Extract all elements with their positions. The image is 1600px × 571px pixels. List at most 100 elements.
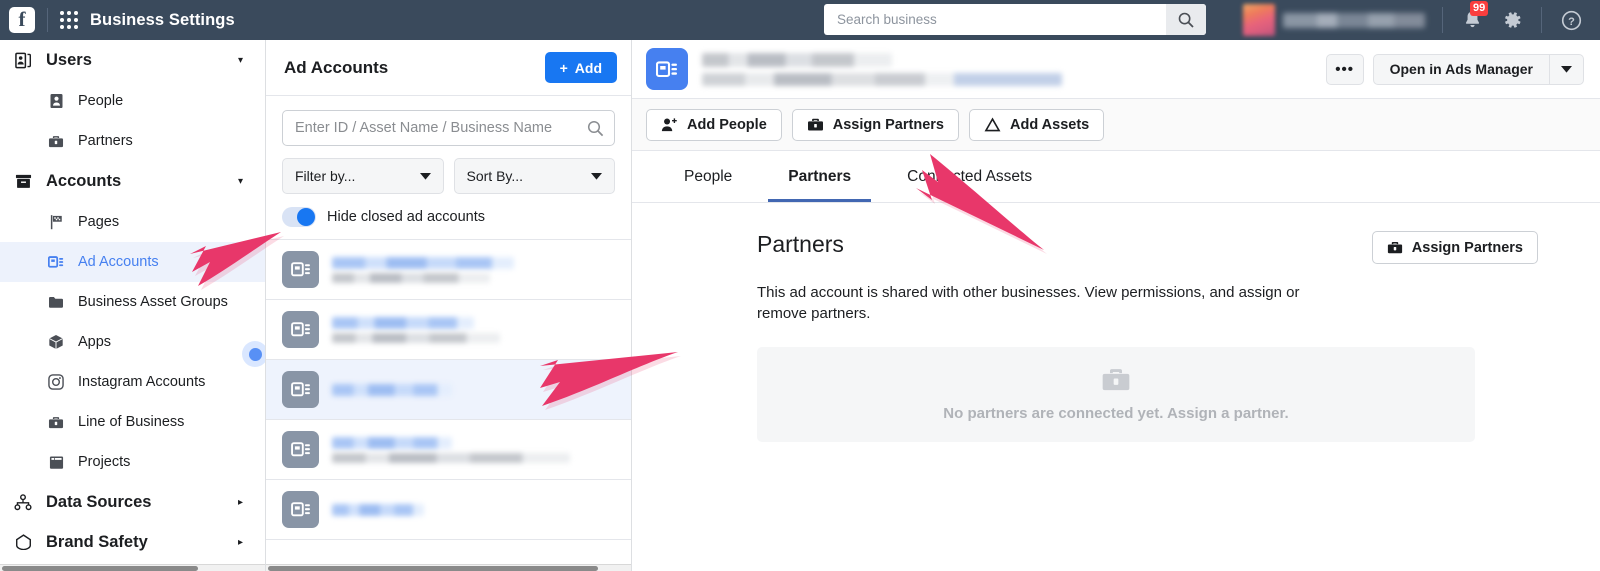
divider bbox=[1442, 7, 1443, 33]
tab-partners[interactable]: Partners bbox=[760, 151, 879, 202]
detail-header: ••• Open in Ads Manager bbox=[632, 40, 1600, 99]
settings-button[interactable] bbox=[1497, 5, 1527, 35]
sidebar-group-accounts[interactable]: Accounts ▾ bbox=[0, 161, 265, 202]
sidebar-item-instagram-accounts[interactable]: Instagram Accounts bbox=[0, 362, 265, 402]
sidebar-item-label: Partners bbox=[78, 133, 133, 149]
middle-scrollbar[interactable] bbox=[266, 564, 631, 571]
sort-by-label: Sort By... bbox=[466, 168, 524, 184]
add-assets-button[interactable]: Add Assets bbox=[968, 108, 1105, 141]
column-title: Ad Accounts bbox=[284, 57, 389, 77]
sidebar-item-projects[interactable]: Projects bbox=[0, 442, 265, 482]
tab-people[interactable]: People bbox=[656, 151, 760, 202]
open-in-ads-manager-button[interactable]: Open in Ads Manager bbox=[1372, 53, 1550, 85]
tab-connected-assets[interactable]: Connected Assets bbox=[879, 151, 1060, 202]
search-input[interactable] bbox=[824, 12, 1166, 27]
sidebar-group-brand-safety[interactable]: Brand Safety ▸ bbox=[0, 523, 265, 561]
app-grid-icon[interactable] bbox=[60, 11, 78, 29]
add-button[interactable]: + Add bbox=[544, 52, 617, 83]
sidebar-group-data-sources[interactable]: Data Sources ▸ bbox=[0, 482, 265, 523]
briefcase-icon bbox=[46, 134, 66, 149]
chevron-right-icon[interactable]: ▸ bbox=[238, 497, 243, 508]
ad-account-name-redacted bbox=[332, 256, 514, 269]
chevron-down-icon bbox=[419, 173, 431, 180]
ad-account-id-redacted bbox=[332, 332, 500, 343]
tab-label: Partners bbox=[788, 167, 852, 185]
asset-search-input[interactable] bbox=[295, 120, 587, 136]
search-button[interactable] bbox=[1166, 4, 1206, 35]
notification-badge: 99 bbox=[1470, 1, 1489, 16]
svg-text:?: ? bbox=[1568, 15, 1575, 27]
gear-icon bbox=[1505, 12, 1521, 28]
add-assets-icon bbox=[984, 116, 1001, 131]
sidebar-item-line-of-business[interactable]: Line of Business bbox=[0, 402, 265, 442]
ad-account-row[interactable] bbox=[266, 300, 631, 360]
ad-accounts-header: Ad Accounts + Add bbox=[266, 40, 631, 96]
add-button-label: Add bbox=[574, 59, 602, 76]
search-icon[interactable] bbox=[587, 120, 604, 137]
sidebar-group-users[interactable]: Users ▾ bbox=[0, 40, 265, 81]
sidebar-group-label: Accounts bbox=[46, 172, 122, 190]
chevron-down-icon bbox=[591, 173, 602, 180]
users-icon bbox=[12, 52, 34, 69]
flag-icon bbox=[46, 214, 66, 230]
open-in-ads-manager-caret[interactable] bbox=[1550, 53, 1584, 85]
sidebar-item-business-asset-groups[interactable]: Business Asset Groups bbox=[0, 282, 265, 322]
archive-icon bbox=[12, 173, 34, 190]
filter-sort-row: Filter by... Sort By... bbox=[282, 158, 615, 194]
help-button[interactable]: ? bbox=[1556, 5, 1586, 35]
ad-account-row[interactable] bbox=[266, 240, 631, 300]
add-people-button[interactable]: Add People bbox=[646, 108, 782, 141]
left-sidebar: Users ▾ People Partners Accounts ▾ Pages… bbox=[0, 40, 266, 571]
ad-accounts-column: Ad Accounts + Add Filter by... bbox=[266, 40, 632, 571]
briefcase-icon bbox=[807, 118, 823, 131]
sidebar-group-label: Brand Safety bbox=[46, 532, 148, 551]
filter-by-label: Filter by... bbox=[295, 168, 356, 184]
sidebar-item-label: Pages bbox=[78, 214, 120, 230]
sidebar-item-partners[interactable]: Partners bbox=[0, 121, 265, 161]
ad-account-row[interactable] bbox=[266, 480, 631, 540]
sidebar-item-pages[interactable]: Pages bbox=[0, 202, 265, 242]
chevron-right-icon[interactable]: ▸ bbox=[238, 537, 243, 548]
sidebar-item-ad-accounts[interactable]: Ad Accounts bbox=[0, 242, 265, 282]
assign-partners-button[interactable]: Assign Partners bbox=[791, 108, 959, 141]
chevron-down-icon[interactable]: ▾ bbox=[238, 176, 243, 187]
ad-account-name-redacted bbox=[332, 436, 452, 449]
ad-account-icon bbox=[282, 311, 319, 348]
click-indicator-dot bbox=[242, 341, 265, 367]
notifications-button[interactable]: 99 bbox=[1457, 1, 1489, 35]
chevron-down-icon[interactable]: ▾ bbox=[238, 55, 243, 66]
ad-account-row[interactable] bbox=[266, 420, 631, 480]
shield-icon bbox=[12, 534, 34, 550]
sidebar-item-apps[interactable]: Apps bbox=[0, 322, 265, 362]
partners-description: This ad account is shared with other bus… bbox=[757, 284, 1300, 323]
cube-icon bbox=[46, 334, 66, 350]
top-navigation-bar: f Business Settings 99 bbox=[0, 0, 1600, 40]
facebook-logo[interactable]: f bbox=[9, 7, 35, 33]
sidebar-item-label: Business Asset Groups bbox=[78, 294, 228, 310]
partners-panel: Partners Assign Partners This ad account… bbox=[632, 203, 1600, 442]
detail-titles bbox=[702, 52, 1312, 86]
account-switcher[interactable] bbox=[1243, 4, 1425, 36]
ad-account-row[interactable] bbox=[266, 360, 631, 420]
sidebar-scrollbar[interactable] bbox=[0, 564, 265, 571]
add-assets-label: Add Assets bbox=[1009, 116, 1090, 133]
add-person-icon bbox=[661, 117, 677, 131]
hide-closed-toggle[interactable] bbox=[282, 207, 316, 227]
hide-closed-row: Hide closed ad accounts bbox=[282, 207, 615, 227]
ad-account-name-redacted bbox=[332, 383, 452, 396]
assign-partners-panel-label: Assign Partners bbox=[1411, 239, 1523, 256]
ad-accounts-controls: Filter by... Sort By... Hide closed ad a… bbox=[266, 96, 631, 227]
ad-account-icon bbox=[646, 48, 688, 90]
avatar bbox=[1243, 4, 1275, 36]
account-subtitle-redacted bbox=[702, 72, 1062, 86]
assign-partners-panel-button[interactable]: Assign Partners bbox=[1371, 231, 1538, 264]
sidebar-item-people[interactable]: People bbox=[0, 81, 265, 121]
open-in-ads-manager-split-button: Open in Ads Manager bbox=[1372, 53, 1584, 85]
assign-partners-label: Assign Partners bbox=[832, 116, 944, 133]
sort-by-select[interactable]: Sort By... bbox=[453, 158, 615, 194]
ad-account-text bbox=[332, 503, 424, 516]
filter-by-select[interactable]: Filter by... bbox=[282, 158, 444, 194]
more-options-button[interactable]: ••• bbox=[1325, 53, 1364, 85]
sidebar-item-label: People bbox=[78, 93, 124, 109]
ad-account-text bbox=[332, 316, 500, 343]
